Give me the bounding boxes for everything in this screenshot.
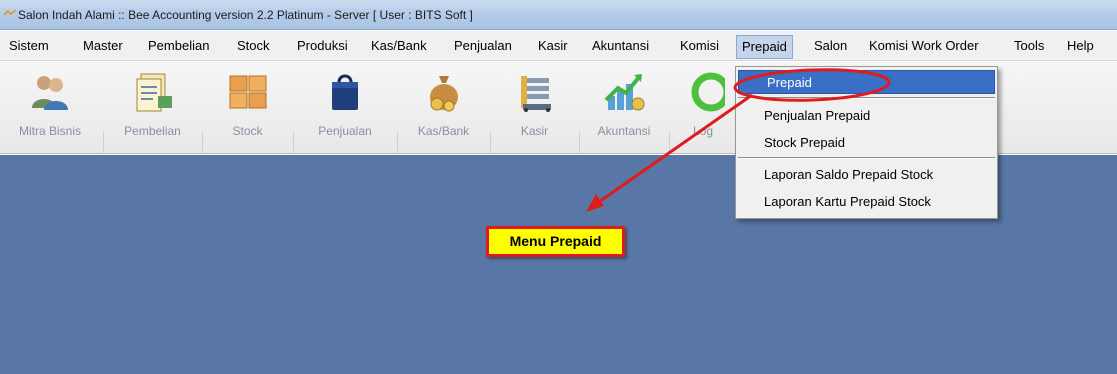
menu-tools[interactable]: Tools	[1014, 38, 1044, 53]
menu-stock[interactable]: Stock	[237, 38, 270, 53]
tool-label: Mitra Bisnis	[18, 124, 81, 138]
tool-label: Penjualan	[318, 124, 372, 138]
menu-help[interactable]: Help	[1067, 38, 1094, 53]
menu-penjualan[interactable]: Penjualan	[454, 38, 512, 53]
tool-label: Akuntansi	[597, 124, 651, 138]
menuitem-laporan-kartu-prepaid-stock[interactable]: Laporan Kartu Prepaid Stock	[736, 190, 997, 214]
tool-mitra-bisnis[interactable]: Mitra Bisnis	[0, 64, 100, 152]
menu-prepaid[interactable]: Prepaid	[736, 35, 793, 59]
toolbar-separator	[397, 132, 398, 154]
menu-komisi[interactable]: Komisi	[680, 38, 719, 53]
prepaid-dropdown-menu: Prepaid Penjualan Prepaid Stock Prepaid …	[735, 66, 998, 219]
tool-pembelian[interactable]: Pembelian	[106, 64, 199, 152]
window-title: Salon Indah Alami :: Bee Accounting vers…	[18, 8, 473, 22]
tool-logout[interactable]: Log	[672, 64, 734, 152]
menu-kas-bank[interactable]: Kas/Bank	[371, 38, 427, 53]
menu-komisi-work-order[interactable]: Komisi Work Order	[869, 38, 979, 53]
menu-kasir[interactable]: Kasir	[538, 38, 568, 53]
documents-icon	[136, 73, 172, 112]
toolbar-separator	[669, 132, 670, 154]
tool-akuntansi[interactable]: Akuntansi	[582, 64, 666, 152]
tool-stock[interactable]: Stock	[205, 64, 290, 152]
tool-label: Stock	[232, 124, 263, 138]
menu-produksi[interactable]: Produksi	[297, 38, 348, 53]
menu-sistem[interactable]: Sistem	[9, 38, 49, 53]
menu-salon[interactable]: Salon	[814, 38, 847, 53]
toolbar-separator	[579, 132, 580, 154]
menuitem-prepaid[interactable]: Prepaid	[738, 70, 995, 94]
toolbar-separator	[293, 132, 294, 154]
tool-label: Pembelian	[124, 124, 181, 138]
menu-akuntansi[interactable]: Akuntansi	[592, 38, 649, 53]
chart-up-icon	[604, 74, 645, 111]
toolbar-separator	[103, 132, 104, 154]
tool-label: Kasir	[520, 124, 549, 138]
tool-label: Log	[692, 124, 714, 138]
toolbar-separator	[202, 132, 203, 154]
menuitem-laporan-saldo-prepaid-stock[interactable]: Laporan Saldo Prepaid Stock	[736, 163, 997, 187]
logout-icon	[691, 72, 725, 112]
menu-pembelian[interactable]: Pembelian	[148, 38, 209, 53]
money-bag-icon	[429, 76, 458, 112]
menuitem-stock-prepaid[interactable]: Stock Prepaid	[736, 131, 997, 155]
menuitem-penjualan-prepaid[interactable]: Penjualan Prepaid	[736, 104, 997, 128]
menu-separator	[738, 158, 995, 159]
app-icon	[4, 9, 16, 16]
menu-separator	[738, 98, 995, 99]
tool-kas-bank[interactable]: Kas/Bank	[400, 64, 487, 152]
menu-master[interactable]: Master	[83, 38, 123, 53]
tool-penjualan[interactable]: Penjualan	[296, 64, 394, 152]
tool-kasir[interactable]: Kasir	[493, 64, 576, 152]
title-bar: Salon Indah Alami :: Bee Accounting vers…	[0, 0, 1117, 30]
shopping-bag-icon	[332, 74, 358, 110]
toolbar-separator	[490, 132, 491, 154]
annotation-callout: Menu Prepaid	[486, 226, 625, 257]
cashier-icon	[520, 76, 551, 112]
menu-bar: Sistem Master Pembelian Stock Produksi K…	[0, 31, 1117, 61]
people-icon	[32, 76, 68, 110]
boxes-icon	[229, 75, 266, 109]
tool-label: Kas/Bank	[417, 124, 470, 138]
